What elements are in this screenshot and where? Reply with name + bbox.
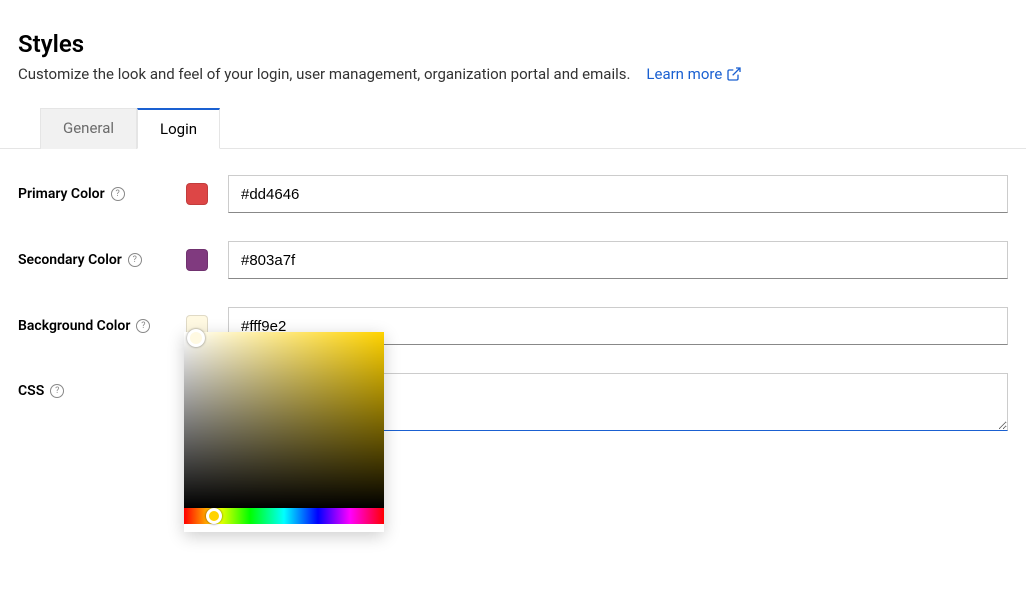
primary-color-label-text: Primary Color	[18, 186, 105, 202]
sv-cursor[interactable]	[187, 329, 205, 347]
primary-color-label: Primary Color ?	[18, 186, 186, 202]
css-label-text: CSS	[18, 383, 44, 399]
learn-more-link[interactable]: Learn more	[646, 65, 742, 83]
tab-login[interactable]: Login	[137, 108, 220, 149]
color-picker-popover	[184, 332, 384, 532]
primary-color-input[interactable]	[228, 175, 1008, 213]
css-row: CSS ?	[18, 373, 1008, 431]
primary-color-swatch[interactable]	[186, 183, 208, 205]
tabs-bar: General Login	[0, 107, 1026, 149]
background-color-row: Background Color ?	[18, 307, 1008, 345]
secondary-color-row: Secondary Color ?	[18, 241, 1008, 279]
hue-slider[interactable]	[184, 508, 384, 524]
hue-cursor[interactable]	[206, 508, 222, 524]
learn-more-label: Learn more	[646, 65, 722, 83]
primary-color-row: Primary Color ?	[18, 175, 1008, 213]
help-icon[interactable]: ?	[50, 384, 64, 398]
secondary-color-label-text: Secondary Color	[18, 252, 122, 268]
sv-black-layer	[184, 332, 384, 508]
secondary-color-input[interactable]	[228, 241, 1008, 279]
page-title: Styles	[18, 30, 1008, 58]
external-link-icon	[726, 66, 742, 82]
saturation-value-panel[interactable]	[184, 332, 384, 508]
help-icon[interactable]: ?	[136, 319, 150, 333]
help-icon[interactable]: ?	[111, 187, 125, 201]
tab-general[interactable]: General	[40, 108, 137, 149]
help-icon[interactable]: ?	[128, 253, 142, 267]
css-label: CSS ?	[18, 373, 186, 399]
page-subtitle: Customize the look and feel of your logi…	[18, 65, 630, 83]
background-color-label-text: Background Color	[18, 318, 130, 334]
secondary-color-label: Secondary Color ?	[18, 252, 186, 268]
secondary-color-swatch[interactable]	[186, 249, 208, 271]
background-color-label: Background Color ?	[18, 318, 186, 334]
